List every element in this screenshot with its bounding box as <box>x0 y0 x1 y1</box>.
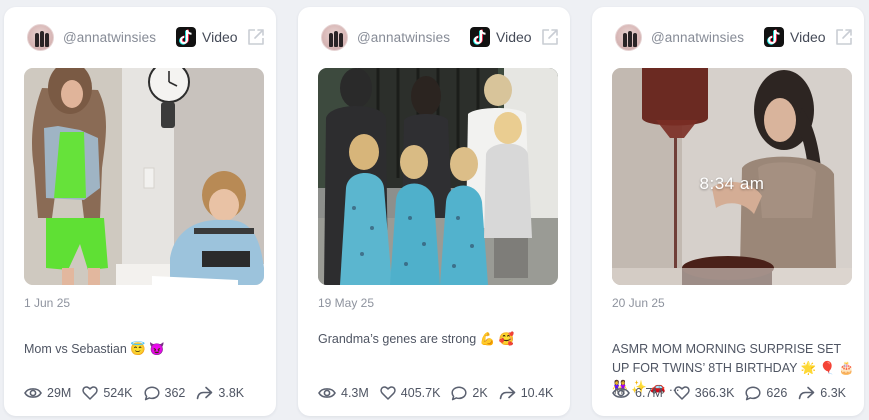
views-stat: 6.7M <box>612 386 663 400</box>
post-stats: 4.3M 405.7K 2K 10.4K <box>318 384 564 402</box>
content-type-label: Video <box>202 29 238 45</box>
views-count: 29M <box>47 386 72 400</box>
external-link-icon[interactable] <box>540 27 560 47</box>
shares-count: 3.8K <box>218 386 245 400</box>
post-card[interactable]: @annatwinsies Video <box>592 7 864 416</box>
tiktok-icon <box>764 27 784 47</box>
post-card[interactable]: @annatwinsies Video <box>4 7 276 416</box>
likes-stat: 405.7K <box>380 386 441 400</box>
eye-icon <box>24 388 42 398</box>
views-count: 4.3M <box>341 386 369 400</box>
account-handle[interactable]: @annatwinsies <box>357 30 450 45</box>
views-stat: 29M <box>24 386 71 400</box>
comments-count: 2K <box>472 386 488 400</box>
comment-icon <box>143 385 160 400</box>
post-stats: 6.7M 366.3K 626 6.3K <box>612 384 857 402</box>
video-thumbnail[interactable]: 8:34 am <box>612 68 852 285</box>
card-header: @annatwinsies Video <box>318 21 570 55</box>
shares-stat: 10.4K <box>499 386 554 400</box>
views-count: 6.7M <box>635 386 663 400</box>
likes-count: 405.7K <box>400 386 441 400</box>
likes-count: 366.3K <box>694 386 735 400</box>
avatar[interactable] <box>615 24 642 51</box>
video-thumbnail[interactable] <box>24 68 264 285</box>
comments-count: 362 <box>164 386 186 400</box>
avatar[interactable] <box>321 24 348 51</box>
share-icon <box>499 386 516 400</box>
post-caption: Grandma’s genes are strong 💪 🥰 <box>318 332 515 346</box>
external-link-icon[interactable] <box>834 27 854 47</box>
share-icon <box>197 386 213 400</box>
shares-stat: 6.3K <box>798 386 846 400</box>
comments-stat: 2K <box>451 385 488 401</box>
tiktok-icon <box>470 27 490 47</box>
post-date: 20 Jun 25 <box>612 296 665 310</box>
heart-icon <box>82 386 98 400</box>
shares-count: 6.3K <box>820 386 846 400</box>
video-thumbnail[interactable] <box>318 68 558 285</box>
tiktok-icon <box>176 27 196 47</box>
video-overlay-text: 8:34 am <box>699 174 765 193</box>
external-link-icon[interactable] <box>246 27 266 47</box>
card-header: @annatwinsies Video <box>24 21 276 55</box>
likes-stat: 366.3K <box>674 386 735 400</box>
comment-icon <box>451 385 467 400</box>
shares-stat: 3.8K <box>196 386 244 400</box>
avatar[interactable] <box>27 24 54 51</box>
comment-icon <box>745 385 761 400</box>
post-date: 19 May 25 <box>318 296 375 310</box>
content-type-label: Video <box>790 29 826 45</box>
likes-stat: 524K <box>82 386 133 400</box>
likes-count: 524K <box>103 386 133 400</box>
heart-icon <box>674 386 690 400</box>
comments-count: 626 <box>766 386 788 400</box>
post-card[interactable]: @annatwinsies Video <box>298 7 570 416</box>
card-header: @annatwinsies Video <box>612 21 864 55</box>
account-handle[interactable]: @annatwinsies <box>651 30 744 45</box>
eye-icon <box>612 388 630 398</box>
views-stat: 4.3M <box>318 386 369 400</box>
post-stats: 29M 524K 362 3.8K <box>24 384 255 402</box>
shares-count: 10.4K <box>520 386 554 400</box>
heart-icon <box>380 386 396 400</box>
post-date: 1 Jun 25 <box>24 296 71 310</box>
eye-icon <box>318 388 336 398</box>
post-caption: Mom vs Sebastian 😇 😈 <box>24 342 165 356</box>
comments-stat: 362 <box>143 385 186 401</box>
share-icon <box>798 386 815 400</box>
content-type-label: Video <box>496 29 532 45</box>
account-handle[interactable]: @annatwinsies <box>63 30 156 45</box>
comments-stat: 626 <box>745 385 788 401</box>
